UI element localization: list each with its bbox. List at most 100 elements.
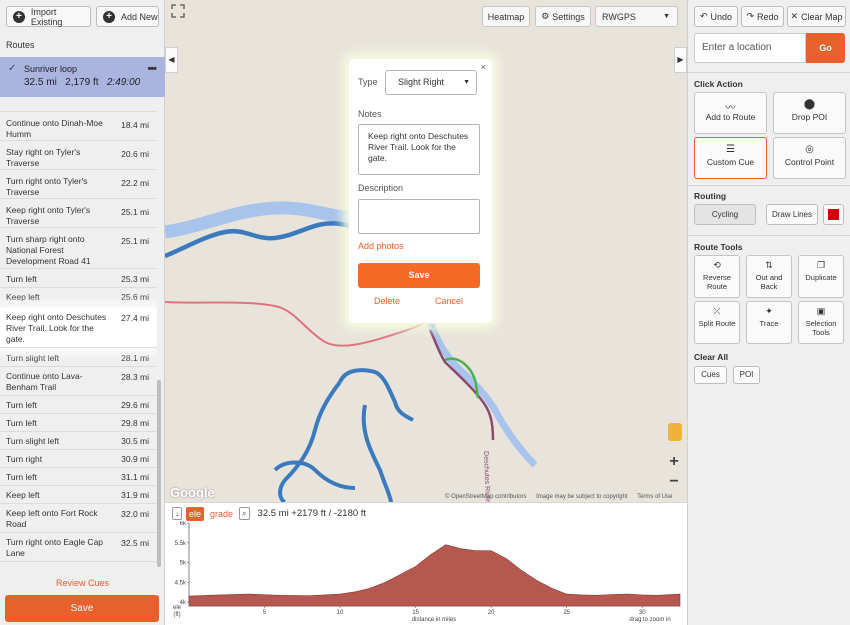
clear-map-button[interactable]: ✕ Clear Map <box>787 6 846 27</box>
collapse-left-panel-button[interactable]: ◀ <box>165 47 178 73</box>
cue-item-selected[interactable]: Keep right onto Deschutes River Trail. L… <box>0 308 157 348</box>
collapse-right-panel-button[interactable]: ▶ <box>674 47 687 73</box>
settings-label: Settings <box>552 11 585 22</box>
cancel-button[interactable]: Cancel <box>435 296 463 306</box>
cue-item[interactable] <box>0 97 157 112</box>
cue-item[interactable]: Turn right onto Eagle Cap Lane 32.5 mi <box>0 533 157 562</box>
settings-button[interactable]: ⚙ Settings <box>535 6 591 27</box>
route-color-swatch <box>828 209 839 220</box>
drop-poi-label: Drop POI <box>791 112 828 122</box>
cue-item[interactable]: Turn sharp right onto National Forest De… <box>0 228 157 269</box>
delete-cue-button[interactable]: Delete <box>374 296 400 306</box>
elevation-summary: 32.5 mi +2179 ft / -2180 ft <box>257 508 367 519</box>
collapse-arrow-icon[interactable]: ↓ <box>172 507 182 520</box>
cue-item[interactable]: Turn slight left 28.1 mi <box>0 349 157 367</box>
elevation-area <box>188 544 681 607</box>
control-point-button[interactable]: ◎ Control Point <box>773 137 846 179</box>
cue-distance: 25.3 mi <box>121 274 149 284</box>
plus-circle-icon: + <box>103 10 115 23</box>
street-view-pegman-icon[interactable] <box>668 423 682 441</box>
zoom-in-button[interactable]: + <box>663 452 685 472</box>
cue-item[interactable]: Keep left onto Fort Rock Road 32.0 mi <box>0 504 157 533</box>
drop-poi-button[interactable]: ⬤ Drop POI <box>773 92 846 134</box>
fullscreen-icon[interactable] <box>171 4 185 18</box>
cue-text: Turn sharp right onto National Forest De… <box>6 234 91 266</box>
split-route-button[interactable]: ⤫ Split Route <box>694 301 740 344</box>
cue-text: Turn left <box>6 472 37 482</box>
split-route-label: Split Route <box>698 319 736 328</box>
cue-item[interactable]: Turn left 29.6 mi <box>0 396 157 414</box>
import-existing-button[interactable]: + Import Existing <box>6 6 91 27</box>
terms-of-use-link[interactable]: Terms of Use <box>637 494 672 500</box>
clear-map-label: Clear Map <box>801 11 843 22</box>
notes-textarea[interactable]: Keep right onto Deschutes River Trail. L… <box>358 124 480 175</box>
go-button[interactable]: Go <box>806 33 845 63</box>
route-card[interactable]: ✓ Sunriver loop 32.5 mi 2,179 ft 2:49:00… <box>0 57 165 97</box>
cue-text: Keep right onto Tyler's Traverse <box>6 205 91 226</box>
cue-item[interactable]: Turn left 29.8 mi <box>0 414 157 432</box>
cycling-button[interactable]: Cycling <box>694 204 756 225</box>
import-existing-label: Import Existing <box>30 6 63 27</box>
cue-list[interactable]: Continue onto Dinah-Moe Humm 18.4 mi Sta… <box>0 97 157 569</box>
cue-item[interactable]: Continue onto Dinah-Moe Humm 18.4 mi <box>0 112 157 141</box>
cue-item[interactable]: Turn right onto Tyler's Traverse 22.2 mi <box>0 170 157 199</box>
location-search-input[interactable]: Enter a location <box>694 33 806 63</box>
trace-button[interactable]: ✦ Trace <box>746 301 792 344</box>
cue-item[interactable]: Keep left 25.6 mi <box>0 288 157 306</box>
description-textarea[interactable] <box>358 199 480 234</box>
cue-item[interactable]: Keep left 31.9 mi <box>0 486 157 504</box>
selection-tools-button[interactable]: ▣ Selection Tools <box>798 301 844 344</box>
cue-text: Turn left <box>6 418 37 428</box>
route-distance: 32.5 mi <box>24 77 57 88</box>
close-icon[interactable]: × <box>481 62 486 72</box>
reverse-route-button[interactable]: ⟲ Reverse Route <box>694 255 740 298</box>
draw-lines-button[interactable]: Draw Lines <box>766 204 818 225</box>
clear-all-heading: Clear All <box>694 352 729 362</box>
left-panel: + Import Existing + Add New Routes ✓ Sun… <box>0 0 165 625</box>
heatmap-button[interactable]: Heatmap <box>482 6 530 27</box>
redo-button[interactable]: ↷ Redo <box>741 6 784 27</box>
save-cue-button[interactable]: Save <box>358 263 480 288</box>
check-icon: ✓ <box>8 63 17 74</box>
tab-ele[interactable]: ele <box>186 506 205 521</box>
cue-item[interactable]: Stay right on Tyler's Traverse 20.6 mi <box>0 141 157 170</box>
map-layer-select[interactable]: RWGPS ▼ <box>595 6 678 27</box>
cue-item[interactable]: Continue onto Lava-Benham Trail 28.3 mi <box>0 367 157 396</box>
map-attribution: © OpenStreetMap contributors Image may b… <box>445 494 680 500</box>
route-color-picker[interactable] <box>823 204 844 225</box>
cue-item[interactable]: Turn right 30.9 mi <box>0 450 157 468</box>
routes-heading: Routes <box>6 40 35 50</box>
review-cues-link[interactable]: Review Cues <box>0 578 165 588</box>
drag-to-zoom-hint: drag to zoom in <box>629 617 670 623</box>
undo-button[interactable]: ↶ Undo <box>694 6 738 27</box>
elevation-chart[interactable]: 6k5.5k5k4.5k4k 5 10 15 20 25 30 ele (ft) dist… <box>165 521 687 625</box>
cue-type-select[interactable]: Slight Right ▼ <box>385 70 477 95</box>
cue-distance: 32.5 mi <box>121 538 149 548</box>
zoom-out-button[interactable]: − <box>663 472 685 492</box>
osm-attribution[interactable]: © OpenStreetMap contributors <box>445 494 526 500</box>
clear-cues-button[interactable]: Cues <box>694 366 727 384</box>
duplicate-button[interactable]: ❐ Duplicate <box>798 255 844 298</box>
add-to-route-button[interactable]: 〰 Add to Route <box>694 92 767 134</box>
out-and-back-button[interactable]: ⇅ Out and Back <box>746 255 792 298</box>
cue-item[interactable]: Turn left 31.1 mi <box>0 468 157 486</box>
save-route-button[interactable]: Save <box>5 595 159 622</box>
add-to-route-label: Add to Route <box>705 112 756 122</box>
custom-cue-button[interactable]: ☰ Custom Cue <box>694 137 767 179</box>
magnifier-icon[interactable]: ⌕ <box>239 507 250 520</box>
up-down-arrows-icon: ⇅ <box>765 260 773 270</box>
cue-item[interactable]: Keep right onto Tyler's Traverse 25.1 mi <box>0 199 157 228</box>
routing-heading: Routing <box>694 191 727 201</box>
add-photos-link[interactable]: Add photos <box>358 241 404 251</box>
clear-poi-button[interactable]: POI <box>733 366 760 384</box>
cue-distance: 25.6 mi <box>121 292 149 302</box>
tab-grade[interactable]: grade <box>210 509 233 519</box>
cue-list-scrollbar[interactable] <box>157 380 161 567</box>
cue-item[interactable]: Turn slight left 30.5 mi <box>0 432 157 450</box>
cue-distance: 25.1 mi <box>121 207 149 217</box>
add-new-button[interactable]: + Add New <box>96 6 159 27</box>
more-options-icon[interactable]: ••• <box>147 63 157 75</box>
cue-text: Keep right onto Deschutes River Trail. L… <box>6 312 107 344</box>
cue-text: Turn left <box>6 274 37 284</box>
cue-item[interactable]: Turn left 25.3 mi <box>0 269 157 288</box>
